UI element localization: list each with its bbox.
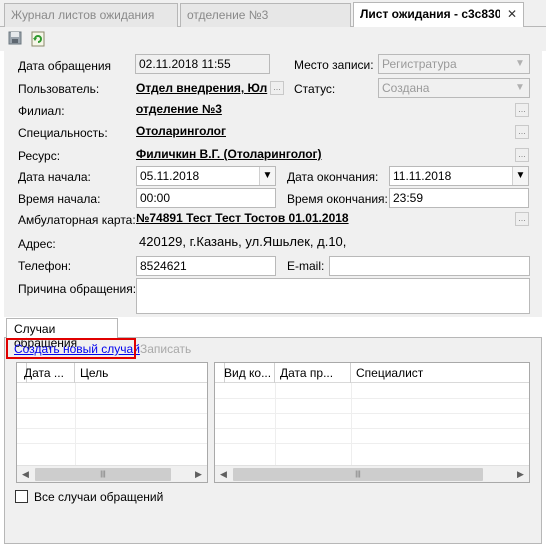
phone-value: 8524621: [140, 259, 187, 273]
date-end-input[interactable]: 11.11.2018: [389, 166, 529, 186]
tab-waiting-list-journal[interactable]: Журнал листов ожидания: [4, 3, 178, 27]
phone-input[interactable]: 8524621: [136, 256, 276, 276]
time-end-input[interactable]: 23:59: [389, 188, 529, 208]
specialty-label: Специальность:: [18, 126, 108, 140]
chevron-down-icon[interactable]: ▼: [512, 55, 528, 73]
save-link[interactable]: Записать: [140, 342, 191, 356]
branch-ellipsis-button[interactable]: ...: [515, 103, 529, 117]
record-place-select[interactable]: Регистратура: [378, 54, 530, 74]
user-field: Отдел внедрения, Юл: [136, 79, 270, 99]
resource-label: Ресурс:: [18, 149, 61, 163]
specialty-ellipsis-button[interactable]: ...: [515, 125, 529, 139]
grid-header: Дата ... Цель: [17, 363, 207, 383]
grid-line: [17, 413, 207, 414]
date-end-label: Дата окончания:: [287, 170, 379, 184]
grid-line: [351, 383, 352, 465]
chevron-down-icon[interactable]: ▼: [512, 79, 528, 97]
column-header-date[interactable]: Дата ...: [17, 363, 75, 383]
document-tab-strip: Журнал листов ожидания отделение №3 Лист…: [0, 0, 546, 27]
tab-waiting-list-sheet[interactable]: Лист ожидания - c3c830c... ✕: [353, 2, 524, 27]
grid-line: [17, 428, 207, 429]
horizontal-scrollbar[interactable]: ◀ ||| ▶: [17, 465, 207, 482]
status-value: Создана: [382, 81, 430, 95]
record-place-label: Место записи:: [294, 58, 374, 72]
column-header-goal[interactable]: Цель: [75, 363, 208, 383]
date-request-label: Дата обращения: [18, 59, 112, 73]
email-input[interactable]: [329, 256, 530, 276]
all-cases-checkbox[interactable]: [15, 490, 28, 503]
time-start-input[interactable]: 00:00: [136, 188, 276, 208]
column-header-date[interactable]: Дата пр...: [275, 363, 351, 383]
date-start-label: Дата начала:: [18, 170, 91, 184]
tab-label: отделение №3: [187, 8, 269, 22]
date-start-input[interactable]: 05.11.2018: [136, 166, 276, 186]
grid-line: [215, 398, 529, 399]
tab-cases[interactable]: Случаи обращения: [6, 318, 118, 350]
user-ellipsis-button[interactable]: ...: [270, 81, 284, 95]
scroll-thumb[interactable]: |||: [233, 468, 483, 481]
specialty-field: Отоларинголог: [136, 122, 496, 142]
reason-textarea[interactable]: [136, 278, 530, 314]
resource-ellipsis-button[interactable]: ...: [515, 148, 529, 162]
date-request-field: 02.11.2018 11:55: [135, 54, 270, 74]
grid-line: [275, 383, 276, 465]
reason-label: Причина обращения:: [18, 282, 137, 296]
close-icon[interactable]: ✕: [507, 7, 517, 21]
toolbar: [0, 27, 546, 51]
horizontal-scrollbar[interactable]: ◀ ||| ▶: [215, 465, 529, 482]
date-start-value: 05.11.2018: [140, 169, 200, 183]
chevron-down-icon[interactable]: ▼: [512, 167, 528, 185]
save-disk-icon[interactable]: [8, 31, 24, 47]
status-label: Статус:: [294, 82, 336, 96]
all-cases-label: Все случаи обращений: [34, 490, 164, 504]
user-label: Пользователь:: [18, 82, 100, 96]
grid-line: [17, 443, 207, 444]
branch-label: Филиал:: [18, 104, 65, 118]
date-end-value: 11.11.2018: [393, 169, 452, 183]
grid-line: [215, 443, 529, 444]
chevron-down-icon[interactable]: ▼: [259, 167, 275, 185]
scroll-right-icon[interactable]: ▶: [190, 466, 207, 483]
amb-card-label: Амбулаторная карта:: [18, 213, 136, 227]
grid-line: [215, 428, 529, 429]
email-label: E-mail:: [287, 259, 325, 273]
phone-label: Телефон:: [18, 259, 72, 273]
grid-header: Вид ко... Дата пр... Специалист: [215, 363, 529, 383]
grid-line: [215, 413, 529, 414]
scroll-left-icon[interactable]: ◀: [17, 466, 34, 483]
status-select[interactable]: Создана: [378, 78, 530, 98]
resource-field: Филичкин В.Г. (Отоларинголог): [136, 145, 496, 165]
scroll-left-icon[interactable]: ◀: [215, 466, 232, 483]
grid-line: [17, 398, 207, 399]
tab-label: Лист ожидания - c3c830c...: [360, 7, 500, 21]
amb-card-field: №74891 Тест Тест Тостов 01.01.2018: [136, 209, 496, 229]
cases-grid[interactable]: Дата ... Цель ◀ ||| ▶: [16, 362, 208, 483]
record-place-value: Регистратура: [382, 57, 457, 71]
time-end-value: 23:59: [393, 191, 424, 205]
time-end-label: Время окончания:: [287, 192, 388, 206]
column-header-specialist[interactable]: Специалист: [351, 363, 530, 383]
records-grid[interactable]: Вид ко... Дата пр... Специалист ◀ ||| ▶: [214, 362, 530, 483]
address-label: Адрес:: [18, 237, 56, 251]
address-field: 420129, г.Казань, ул.Яшьлек, д.10,: [136, 232, 530, 252]
scroll-right-icon[interactable]: ▶: [512, 466, 529, 483]
grid-line: [75, 383, 76, 465]
refresh-icon[interactable]: [30, 31, 46, 47]
tab-label: Журнал листов ожидания: [11, 8, 155, 22]
time-start-value: 00:00: [140, 191, 171, 205]
amb-card-ellipsis-button[interactable]: ...: [515, 212, 529, 226]
tab-department-3[interactable]: отделение №3: [180, 3, 351, 27]
time-start-label: Время начала:: [18, 192, 101, 206]
column-header-kind[interactable]: Вид ко...: [215, 363, 275, 383]
branch-field: отделение №3: [136, 100, 496, 120]
highlight-box: [6, 338, 136, 359]
scroll-thumb[interactable]: |||: [35, 468, 171, 481]
